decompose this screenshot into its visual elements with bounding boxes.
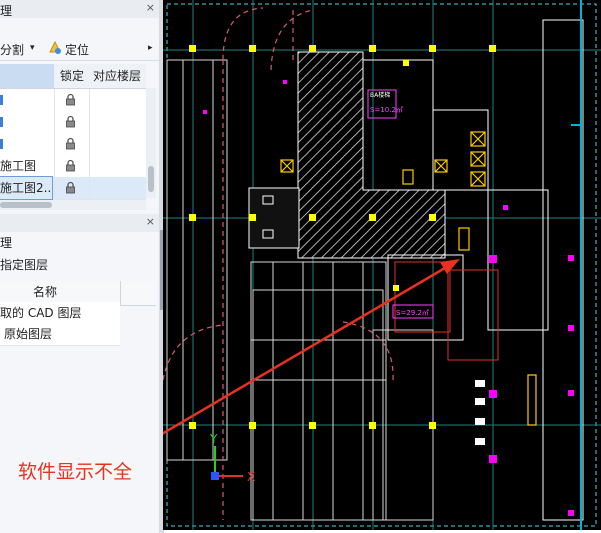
layer-row[interactable] [0,133,146,156]
annotation-arrow [163,266,446,435]
split-button[interactable]: 分割 [0,41,24,58]
filter-panel-title-row: 理 [0,232,160,250]
column-divider [89,111,90,133]
cad-drawing-canvas[interactable]: BA楼梯 S=10.2㎡ S=29.2㎡ Y X [163,0,601,530]
layer-list-horizontal-scrollbar[interactable] [0,200,146,210]
ucs-y-label: Y [209,432,218,446]
column-divider [54,111,55,133]
lock-icon[interactable] [65,115,76,128]
layer-panel-title: 理 [0,4,13,18]
horizontal-scroll-thumb[interactable] [0,202,52,208]
filter-panel-title: 理 [0,236,13,250]
column-divider [89,177,90,199]
column-divider [54,133,55,155]
filter-panel-close-button[interactable]: × [146,215,155,228]
column-divider [54,89,55,111]
locate-icon [48,40,62,58]
red-room [394,261,451,333]
left-side-panels: 理 × 分割 ▾ 定位 ▸ 锁定 对应楼层 施工图施工图2... × 理 指定图… [0,0,160,533]
layer-panel-close-button[interactable]: × [146,1,155,14]
layer-name [0,89,52,111]
split-dropdown-arrow-icon[interactable]: ▾ [30,43,35,53]
lock-icon[interactable] [65,93,76,106]
layer-name [0,133,52,155]
grid-lines [163,0,601,530]
stair-block [248,187,300,249]
layer-name [0,111,52,133]
layer-filter-item[interactable]: 取的 CAD 图层 [0,302,120,325]
layer-name: 施工图 [0,159,37,173]
layer-grid-header: 锁定 对应楼层 [0,64,146,89]
name-column-label[interactable]: 名称 [33,281,57,303]
lock-icon[interactable] [65,159,76,172]
vertical-scroll-thumb[interactable] [148,166,154,192]
column-divider [89,133,90,155]
specify-layer-option[interactable]: 指定图层 [0,256,48,273]
lock-icon[interactable] [65,181,76,194]
room-label: BA楼梯 [370,91,390,99]
column-divider [120,281,121,305]
layer-toolbar: 分割 ▾ 定位 ▸ [0,36,160,61]
floor-column-header[interactable]: 对应楼层 [93,65,141,87]
layer-list-vertical-scrollbar[interactable] [146,88,156,198]
layer-row[interactable]: 施工图 [0,155,146,178]
layer-row[interactable] [0,89,146,112]
area-label-a: S=10.2㎡ [370,106,403,114]
filter-panel-header-bar: × [0,214,160,232]
locate-button[interactable]: 定位 [65,41,89,58]
drawing-border [166,3,597,527]
toolbar-more-icon[interactable]: ▸ [148,43,153,53]
layer-row[interactable]: 施工图2... [0,176,146,200]
area-label-b: S=29.2㎡ [396,309,429,317]
layer-name: 施工图2... [0,176,53,200]
layer-filter-item-label: 取的 CAD 图层 [0,306,82,320]
column-divider [54,177,55,199]
lock-icon[interactable] [65,137,76,150]
lock-column-header[interactable]: 锁定 [60,65,84,87]
column-divider [89,89,90,111]
annotation-text: 软件显示不全 [18,461,133,483]
hatched-core [297,51,446,259]
layer-filter-item-label: 原始图层 [4,327,53,341]
column-divider [54,155,55,177]
ucs-x-label: X [247,470,255,484]
layer-row[interactable] [0,111,146,134]
layer-panel-header: 理 × [0,0,160,18]
layer-filter-item[interactable]: 原始图层 [0,323,120,346]
small-equipment [475,380,485,445]
cad-drawing: BA楼梯 S=10.2㎡ S=29.2㎡ Y X [163,0,601,530]
name-column-header[interactable] [0,64,54,88]
column-divider [89,155,90,177]
